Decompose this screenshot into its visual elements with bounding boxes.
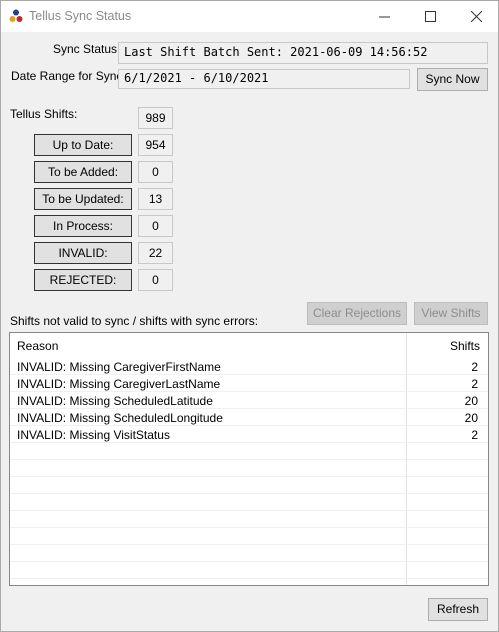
to-be-added-count: 0 [138, 161, 173, 183]
clear-rejections-button[interactable]: Clear Rejections [307, 302, 407, 325]
invalid-count: 22 [138, 242, 173, 264]
maximize-button[interactable] [407, 1, 453, 32]
to-be-added-button[interactable]: To be Added: [34, 161, 132, 183]
title-bar[interactable]: Tellus Sync Status [1, 1, 498, 32]
row-reason: INVALID: Missing VisitStatus [17, 428, 170, 442]
list-header: Reason Shifts [10, 333, 488, 357]
list-item[interactable]: INVALID: Missing VisitStatus 2 [10, 426, 488, 443]
empty-row [10, 511, 488, 528]
list-item[interactable]: INVALID: Missing ScheduledLatitude 20 [10, 392, 488, 409]
list-item[interactable]: INVALID: Missing ScheduledLongitude 20 [10, 409, 488, 426]
invalid-button[interactable]: INVALID: [34, 242, 132, 264]
row-shifts: 2 [471, 428, 478, 442]
empty-row [10, 477, 488, 494]
maximize-icon [425, 11, 436, 22]
date-range-label: Date Range for Sync: [11, 69, 126, 83]
row-shifts: 2 [471, 377, 478, 391]
list-item[interactable]: INVALID: Missing CaregiverFirstName 2 [10, 358, 488, 375]
tellus-shifts-label: Tellus Shifts: [10, 107, 78, 121]
row-shifts: 20 [464, 411, 478, 425]
empty-row [10, 562, 488, 579]
row-shifts: 20 [464, 394, 478, 408]
date-range-value: 6/1/2021 - 6/10/2021 [124, 71, 269, 85]
to-be-updated-count: 13 [138, 188, 173, 210]
sync-status-window: Tellus Sync Status Sync Status: Last Shi… [0, 0, 499, 632]
row-reason: INVALID: Missing ScheduledLatitude [17, 394, 213, 408]
in-process-button[interactable]: In Process: [34, 215, 132, 237]
row-reason: INVALID: Missing ScheduledLongitude [17, 411, 223, 425]
column-header-reason[interactable]: Reason [17, 339, 58, 353]
row-reason: INVALID: Missing CaregiverFirstName [17, 360, 221, 374]
minimize-icon [379, 16, 390, 18]
close-icon [471, 11, 482, 22]
minimize-button[interactable] [361, 1, 407, 32]
refresh-button[interactable]: Refresh [428, 598, 488, 621]
up-to-date-count: 954 [138, 134, 173, 156]
column-header-shifts[interactable]: Shifts [450, 339, 480, 353]
app-icon [9, 9, 23, 22]
up-to-date-button[interactable]: Up to Date: [34, 134, 132, 156]
sync-status-value: Last Shift Batch Sent: 2021-06-09 14:56:… [124, 45, 428, 59]
errors-list[interactable]: Reason Shifts INVALID: Missing Caregiver… [9, 332, 489, 586]
sync-now-button[interactable]: Sync Now [417, 68, 488, 91]
empty-row [10, 545, 488, 562]
rejected-count: 0 [138, 269, 173, 291]
row-shifts: 2 [471, 360, 478, 374]
date-range-field[interactable]: 6/1/2021 - 6/10/2021 [118, 69, 410, 89]
close-button[interactable] [453, 1, 499, 32]
sync-status-field: Last Shift Batch Sent: 2021-06-09 14:56:… [118, 42, 488, 64]
row-reason: INVALID: Missing CaregiverLastName [17, 377, 221, 391]
window-title: Tellus Sync Status [29, 9, 132, 23]
view-shifts-button[interactable]: View Shifts [414, 302, 488, 325]
in-process-count: 0 [138, 215, 173, 237]
errors-label: Shifts not valid to sync / shifts with s… [10, 314, 259, 328]
sync-status-label: Sync Status: [53, 42, 121, 56]
list-item[interactable]: INVALID: Missing CaregiverLastName 2 [10, 375, 488, 392]
tellus-shifts-total: 989 [138, 107, 173, 129]
empty-row [10, 460, 488, 477]
to-be-updated-button[interactable]: To be Updated: [34, 188, 132, 210]
empty-row [10, 528, 488, 545]
rejected-button[interactable]: REJECTED: [34, 269, 132, 291]
empty-row [10, 443, 488, 460]
empty-row [10, 494, 488, 511]
